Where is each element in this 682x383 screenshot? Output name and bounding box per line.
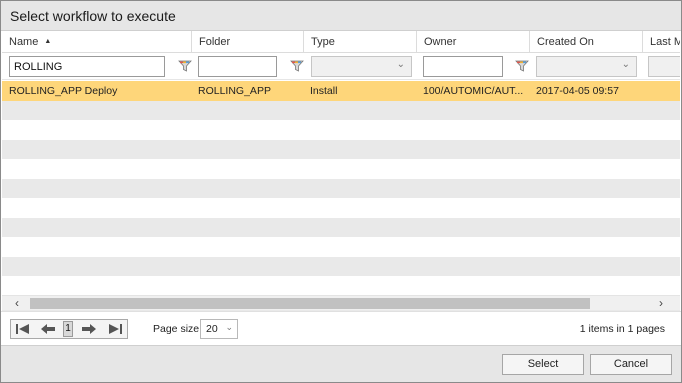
- first-page-icon[interactable]: [14, 322, 32, 336]
- empty-row: [2, 256, 680, 276]
- page-size-value: 20: [206, 323, 218, 335]
- dialog-titlebar: Select workflow to execute: [1, 1, 681, 31]
- filter-row: ⌄ ⌄: [2, 53, 680, 80]
- select-button[interactable]: Select: [502, 354, 584, 375]
- empty-row: [2, 198, 680, 218]
- cell-created-on: 2017-04-05 09:57: [536, 85, 619, 97]
- name-filter-input[interactable]: [9, 56, 165, 77]
- page-size-select[interactable]: 20 ⌄: [200, 319, 238, 339]
- current-page-number[interactable]: 1: [63, 321, 73, 337]
- cell-name: ROLLING_APP Deploy: [9, 85, 118, 97]
- column-label-type: Type: [311, 36, 335, 48]
- column-label-owner: Owner: [424, 36, 457, 48]
- scrollbar-thumb[interactable]: [30, 298, 590, 309]
- horizontal-scrollbar[interactable]: ‹ ›: [2, 295, 680, 310]
- column-header-created-on[interactable]: Created On: [530, 31, 643, 53]
- column-header-name[interactable]: Name ▲: [2, 31, 192, 53]
- last-modified-filter-select[interactable]: [648, 56, 680, 77]
- cell-owner: 100/AUTOMIC/AUT...: [423, 85, 524, 97]
- filter-funnel-icon[interactable]: [178, 59, 192, 73]
- last-page-icon[interactable]: [106, 322, 124, 336]
- pager-bar: 1 Page size: 20 ⌄ 1 items in 1 pages: [1, 311, 681, 345]
- chevron-down-icon: ⌄: [396, 59, 405, 70]
- empty-row: [2, 139, 680, 159]
- table-row[interactable]: ROLLING_APP Deploy ROLLING_APP Install 1…: [2, 81, 680, 101]
- column-header-last-modified[interactable]: Last Mo: [643, 31, 680, 53]
- dialog-title: Select workflow to execute: [10, 8, 176, 24]
- empty-row: [2, 159, 680, 179]
- pager-buttons: 1: [10, 319, 128, 339]
- scroll-right-icon[interactable]: ›: [654, 296, 668, 311]
- column-label-created-on: Created On: [537, 36, 594, 48]
- workflow-dialog: Select workflow to execute Name ▲ Folder …: [0, 0, 682, 383]
- empty-row: [2, 237, 680, 257]
- filter-funnel-icon[interactable]: [515, 59, 529, 73]
- empty-row: [2, 120, 680, 140]
- prev-page-icon[interactable]: [39, 322, 57, 336]
- cancel-button[interactable]: Cancel: [590, 354, 672, 375]
- empty-row: [2, 100, 680, 120]
- chevron-down-icon: ⌄: [621, 59, 630, 70]
- created-on-filter-select[interactable]: ⌄: [536, 56, 637, 77]
- workflow-grid: Name ▲ Folder Type Owner Created On Last …: [2, 31, 680, 311]
- dialog-footer: Select Cancel: [1, 345, 681, 382]
- empty-row: [2, 178, 680, 198]
- scroll-left-icon[interactable]: ‹: [10, 296, 24, 311]
- type-filter-select[interactable]: ⌄: [311, 56, 412, 77]
- column-header-folder[interactable]: Folder: [192, 31, 304, 53]
- empty-row: [2, 217, 680, 237]
- column-label-name: Name: [9, 36, 39, 48]
- column-label-folder: Folder: [199, 36, 231, 48]
- column-header-type[interactable]: Type: [304, 31, 417, 53]
- sort-ascending-icon: ▲: [44, 38, 52, 45]
- page-size-label: Page size:: [153, 323, 203, 335]
- folder-filter-input[interactable]: [198, 56, 277, 77]
- cell-type: Install: [310, 85, 338, 97]
- grid-header: Name ▲ Folder Type Owner Created On Last …: [2, 31, 680, 53]
- cell-folder: ROLLING_APP: [198, 85, 271, 97]
- owner-filter-input[interactable]: [423, 56, 503, 77]
- column-label-last-modified: Last Mo: [650, 36, 680, 48]
- filter-funnel-icon[interactable]: [290, 59, 304, 73]
- next-page-icon[interactable]: [80, 322, 98, 336]
- column-header-owner[interactable]: Owner: [417, 31, 530, 53]
- page-info: 1 items in 1 pages: [579, 323, 665, 335]
- empty-row: [2, 276, 680, 296]
- chevron-down-icon: ⌄: [225, 322, 233, 332]
